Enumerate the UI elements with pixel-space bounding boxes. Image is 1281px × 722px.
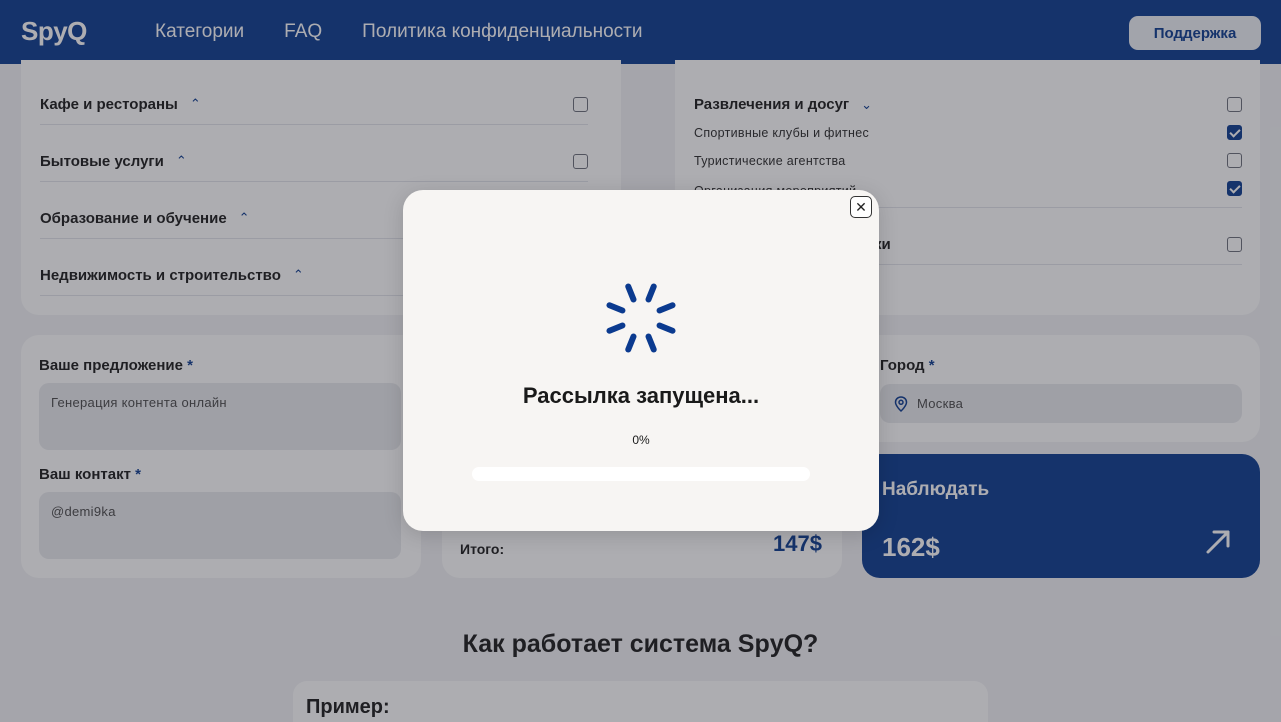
progress-percent: 0% (632, 433, 650, 447)
close-button[interactable]: ✕ (850, 196, 872, 218)
loading-spinner-icon (606, 283, 676, 353)
close-icon: ✕ (855, 198, 867, 215)
progress-bar (472, 467, 810, 481)
modal-title: Рассылка запущена... (522, 383, 760, 408)
mailing-progress-modal: ✕ Рассылка запущена... 0% (403, 190, 879, 531)
